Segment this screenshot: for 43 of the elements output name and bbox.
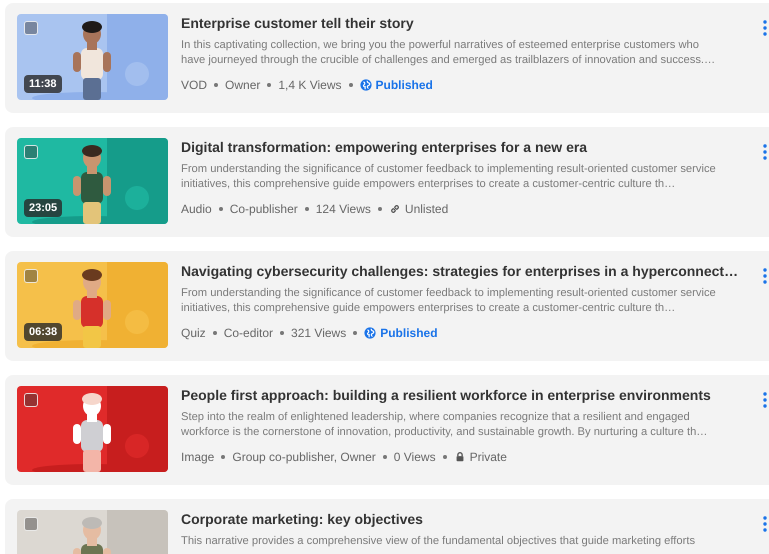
more-menu-icon[interactable] — [763, 20, 767, 36]
media-description: From understanding the significance of customer feedback to implementing result-oriented customer service initiatives, this comprehensive guide empowers enterprises to create a customer-centric culture th… — [181, 162, 717, 192]
media-title[interactable]: People first approach: building a resilient workforce in enterprise environments — [181, 386, 711, 405]
status-label: Published — [376, 78, 433, 92]
status-label: Private — [470, 450, 507, 464]
media-role: Co-publisher — [230, 202, 298, 216]
more-menu-icon[interactable] — [763, 144, 767, 160]
media-type: VOD — [181, 78, 208, 92]
media-type: Audio — [181, 202, 212, 216]
duration-badge: 23:05 — [24, 199, 62, 217]
duration-badge: 06:38 — [24, 323, 62, 341]
link-icon — [388, 203, 401, 215]
lock-icon — [454, 451, 466, 463]
status-label: Unlisted — [404, 202, 448, 216]
media-role: Owner — [225, 78, 260, 92]
checkbox[interactable] — [24, 21, 38, 35]
media-description: In this captivating collection, we bring you the powerful narratives of esteemed enterprise customers who have journeyed through the crucible of challenges and emerged as trailblazers of innovation and success.… — [181, 38, 716, 68]
view-count: 124 Views — [316, 202, 371, 216]
more-menu-icon[interactable] — [763, 268, 767, 284]
media-title[interactable]: Digital transformation: empowering enterprises for a new era — [181, 138, 588, 157]
media-title[interactable]: Navigating cybersecurity challenges: strategies for enterprises in a hyperconnect… — [181, 262, 738, 281]
media-description: From understanding the significance of customer feedback to implementing result-oriented customer service initiatives, this comprehensive guide empowers enterprises to create a customer-centric culture th… — [181, 286, 717, 316]
view-count: 0 Views — [394, 450, 436, 464]
checkbox[interactable] — [24, 517, 38, 531]
globe-icon — [360, 79, 372, 91]
media-description: This narrative provides a comprehensive view of the fundamental objectives that guide marketing efforts — [181, 534, 696, 549]
more-menu-icon[interactable] — [763, 392, 767, 408]
view-count: 1,4 K Views — [278, 78, 342, 92]
media-type: Image — [181, 450, 214, 464]
checkbox[interactable] — [24, 269, 38, 283]
duration-badge: 11:38 — [24, 75, 62, 93]
status-label: Published — [380, 326, 438, 340]
globe-icon — [364, 327, 376, 339]
media-title[interactable]: Corporate marketing: key objectives — [181, 510, 423, 529]
media-title[interactable]: Enterprise customer tell their story — [181, 14, 414, 33]
checkbox[interactable] — [24, 393, 38, 407]
more-menu-icon[interactable] — [763, 516, 767, 532]
view-count: 321 Views — [291, 326, 346, 340]
checkbox[interactable] — [24, 145, 38, 159]
media-description: Step into the realm of enlightened leadership, where companies recognize that a resilient and engaged workforce is the cornerstone of innovation, productivity, and sustainable growth. By nurturing a culture th… — [181, 410, 708, 440]
media-role: Group co-publisher, Owner — [232, 450, 376, 464]
media-type: Quiz — [181, 326, 206, 340]
media-role: Co-editor — [224, 326, 274, 340]
